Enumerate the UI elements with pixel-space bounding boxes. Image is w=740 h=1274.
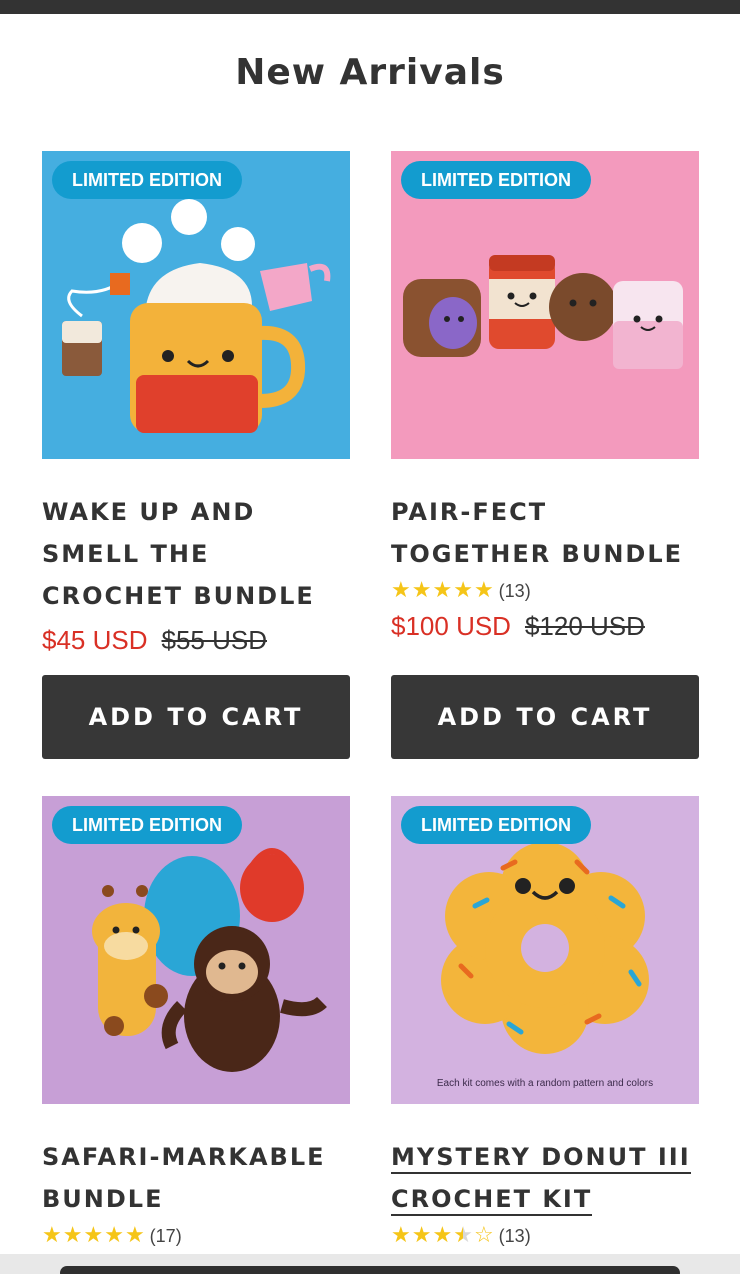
star-icon: ★ xyxy=(42,1223,62,1248)
product-title[interactable]: SAFARI-MARKABLE BUNDLE xyxy=(42,1136,350,1220)
product-image[interactable]: LIMITED EDITION Each kit comes with a ra… xyxy=(391,796,699,1104)
star-rating: ★ ★ ★ ★ ★ (17) xyxy=(42,1222,350,1250)
star-icon: ★ xyxy=(432,578,453,603)
product-image[interactable]: LIMITED EDITION xyxy=(42,796,350,1104)
add-to-cart-button[interactable]: ADD TO CART xyxy=(391,675,699,759)
star-icon: ★ xyxy=(473,578,494,603)
bottom-browser-bar xyxy=(0,1254,740,1274)
product-image[interactable]: LIMITED EDITION xyxy=(391,151,699,459)
sale-price: $45 USD xyxy=(42,625,148,655)
title-line: MYSTERY DONUT III xyxy=(391,1143,691,1174)
star-icon: ★ xyxy=(432,1223,453,1248)
product-title[interactable]: PAIR-FECT TOGETHER BUNDLE xyxy=(391,491,699,575)
product-card[interactable]: LIMITED EDITION SAFARI-MARKABLE BUNDLE ★… xyxy=(42,796,350,1250)
star-icon: ★ xyxy=(411,578,432,603)
star-icon: ★ xyxy=(124,1223,145,1248)
product-card[interactable]: LIMITED EDITION WAKE UP AND SMELL THE CR… xyxy=(42,151,350,656)
star-rating: ★ ★ ★ ★ ★ (13) xyxy=(391,577,699,605)
limited-edition-badge: LIMITED EDITION xyxy=(52,161,242,199)
star-rating: ★ ★ ★ ★ ☆ (13) xyxy=(391,1222,699,1250)
add-to-cart-button[interactable]: ADD TO CART xyxy=(42,675,350,759)
price-row: $45 USD $55 USD xyxy=(42,625,350,656)
star-icon: ★ xyxy=(62,1223,83,1248)
star-icon: ★ xyxy=(391,578,411,603)
product-image[interactable]: LIMITED EDITION xyxy=(42,151,350,459)
sale-price: $100 USD xyxy=(391,611,511,641)
limited-edition-badge: LIMITED EDITION xyxy=(401,806,591,844)
section-title: New Arrivals xyxy=(235,52,505,93)
star-icon: ★ xyxy=(453,578,473,603)
product-card[interactable]: LIMITED EDITION Each kit comes with a ra… xyxy=(391,796,699,1250)
original-price: $120 USD xyxy=(524,611,645,641)
limited-edition-badge: LIMITED EDITION xyxy=(401,161,591,199)
price-row: $100 USD $120 USD xyxy=(391,611,699,642)
limited-edition-badge: LIMITED EDITION xyxy=(52,806,242,844)
star-icon: ★ xyxy=(104,1223,124,1248)
review-count: (13) xyxy=(498,580,531,601)
product-title-link[interactable]: MYSTERY DONUT III CROCHET KIT xyxy=(391,1136,699,1220)
title-line: CROCHET KIT xyxy=(391,1185,593,1216)
review-count: (17) xyxy=(149,1225,182,1246)
top-status-bar xyxy=(0,0,740,14)
review-count: (13) xyxy=(498,1225,531,1246)
product-card[interactable]: LIMITED EDITION PAIR-FECT TOGETHER BUNDL… xyxy=(391,151,699,642)
original-price: $55 USD xyxy=(161,625,268,655)
half-star-icon: ★ xyxy=(453,1223,473,1248)
product-title[interactable]: WAKE UP AND SMELL THE CROCHET BUNDLE xyxy=(42,491,350,617)
empty-star-icon: ☆ xyxy=(473,1223,494,1248)
star-icon: ★ xyxy=(411,1223,432,1248)
image-caption: Each kit comes with a random pattern and… xyxy=(436,1078,654,1089)
home-indicator xyxy=(60,1266,680,1274)
star-icon: ★ xyxy=(391,1223,411,1248)
star-icon: ★ xyxy=(83,1223,104,1248)
